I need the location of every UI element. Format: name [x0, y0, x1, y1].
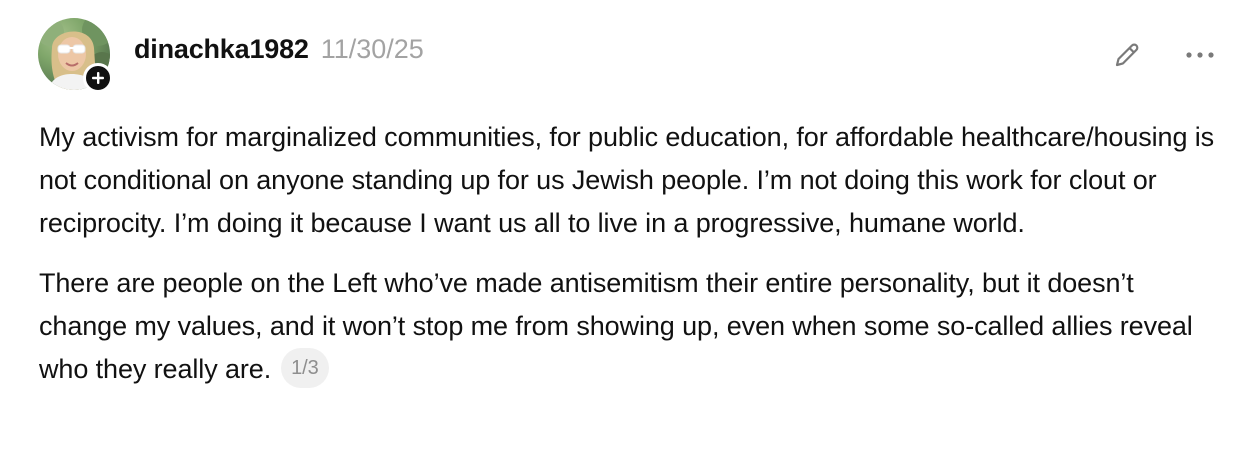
ellipsis-icon: [1186, 52, 1214, 58]
username-link[interactable]: dinachka1982: [134, 34, 309, 65]
thread-post: dinachka1982 11/30/25 My activism for ma…: [0, 0, 1252, 462]
follow-button[interactable]: [83, 63, 113, 93]
pencil-icon: [1115, 43, 1139, 67]
post-header: dinachka1982 11/30/25: [134, 34, 424, 76]
post-paragraph-last: There are people on the Left who’ve made…: [39, 262, 1229, 391]
more-options-button[interactable]: [1180, 36, 1220, 74]
post-timestamp[interactable]: 11/30/25: [321, 34, 424, 65]
avatar-container: [38, 18, 113, 93]
post-paragraph-text: There are people on the Left who’ve made…: [39, 268, 1193, 384]
post-body: My activism for marginalized communities…: [39, 116, 1229, 391]
thread-page-indicator: 1/3: [281, 347, 329, 388]
edit-button[interactable]: [1108, 36, 1146, 74]
post-paragraph: My activism for marginalized communities…: [39, 122, 1215, 238]
plus-icon: [92, 72, 104, 84]
